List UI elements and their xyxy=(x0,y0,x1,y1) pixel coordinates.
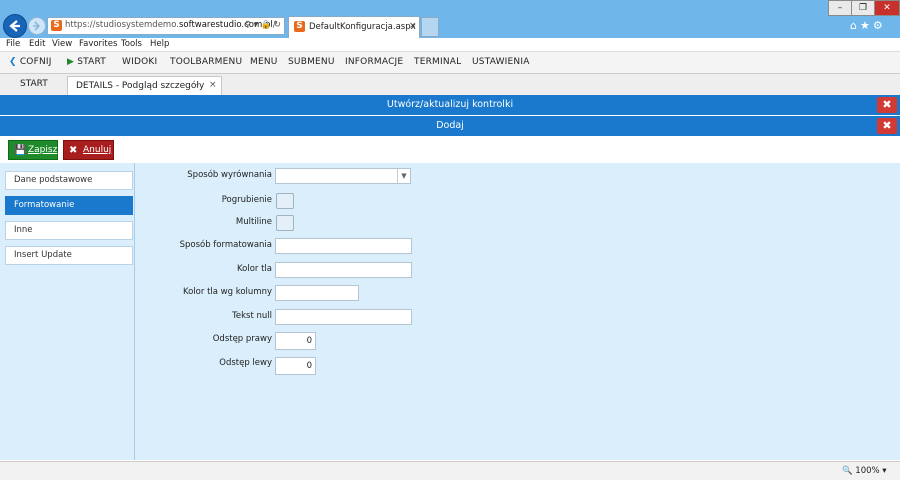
window-close-button[interactable]: ✕ xyxy=(874,0,900,16)
save-button[interactable]: 💾 Zapisz xyxy=(8,140,58,160)
label-bgcolor: Kolor tla xyxy=(236,264,272,274)
browser-tab-active[interactable]: S DefaultKonfiguracja.aspx × xyxy=(288,16,420,38)
label-multiline: Multiline xyxy=(235,217,272,227)
x-mark-icon: ✖ xyxy=(69,145,78,156)
toolbar-item-informacje[interactable]: INFORMACJE xyxy=(345,57,403,67)
dialog-header-primary: Utwórz/aktualizuj kontrolki ✖ xyxy=(0,95,900,115)
address-actions-icons[interactable]: ⚲ ▾ 🔒 ↻ xyxy=(245,20,281,30)
toolbar-item-widoki[interactable]: WIDOKI xyxy=(122,57,157,67)
site-favicon-icon: S xyxy=(51,20,62,31)
browser-back-button[interactable] xyxy=(3,14,27,38)
label-bgcolor-column: Kolor tla wg kolumny xyxy=(182,287,272,297)
browser-tab-title: DefaultKonfiguracja.aspx xyxy=(309,22,416,32)
menu-favorites[interactable]: Favorites xyxy=(79,39,117,49)
start-nav-button[interactable]: ▶ START xyxy=(67,57,106,67)
dialog-title: Utwórz/aktualizuj kontrolki xyxy=(386,99,514,110)
chevron-left-icon: ❮ xyxy=(9,57,17,67)
new-tab-button[interactable] xyxy=(421,17,439,37)
toolbar-item-menu[interactable]: MENU xyxy=(250,57,278,67)
back-nav-button[interactable]: ❮ COFNIJ xyxy=(9,57,52,67)
cancel-button[interactable]: ✖ Anuluj xyxy=(63,140,114,160)
label-bold: Pogrubienie xyxy=(221,195,272,205)
address-bar[interactable]: S https://studiosystemdemo.softwarestudi… xyxy=(47,17,285,35)
zoom-control[interactable]: 🔍 100% ▾ xyxy=(842,466,887,476)
app-toolbar: ❮ COFNIJ ▶ START WIDOKI TOOLBARMENU MENU… xyxy=(0,52,900,74)
right-spacing-input[interactable]: 0 xyxy=(275,332,316,350)
label-left-spacing: Odstęp lewy xyxy=(219,358,272,368)
home-favorites-settings-icons[interactable]: ⌂★⚙ xyxy=(850,19,886,32)
browser-forward-button[interactable] xyxy=(28,17,46,35)
label-format: Sposób formatowania xyxy=(179,240,272,250)
menu-help[interactable]: Help xyxy=(150,39,169,49)
save-button-label: Zapisz xyxy=(28,145,58,155)
menu-view[interactable]: View xyxy=(52,39,72,49)
close-subdialog-button[interactable]: ✖ xyxy=(877,118,897,134)
toolbar-item-ustawienia[interactable]: USTAWIENIA xyxy=(472,57,530,67)
menu-file[interactable]: File xyxy=(6,39,20,49)
play-icon: ▶ xyxy=(67,57,75,67)
chevron-down-icon: ▼ xyxy=(397,169,410,183)
back-arrow-icon xyxy=(9,20,20,32)
bgcolor-input[interactable] xyxy=(275,262,412,278)
tab-details-close-icon[interactable]: × xyxy=(209,80,217,90)
dialog-subtitle: Dodaj xyxy=(436,120,464,131)
tab-details-label: DETAILS - Podgląd szczegóły xyxy=(76,81,205,91)
menu-edit[interactable]: Edit xyxy=(29,39,45,49)
tab-start[interactable]: START xyxy=(20,79,48,89)
menu-tools[interactable]: Tools xyxy=(121,39,142,49)
floppy-disk-icon: 💾 xyxy=(14,145,27,156)
status-bar: 🔍 100% ▾ xyxy=(0,461,900,480)
cancel-button-label: Anuluj xyxy=(83,145,112,155)
multiline-checkbox[interactable] xyxy=(276,215,294,231)
label-null-text: Tekst null xyxy=(232,311,272,321)
forward-arrow-icon xyxy=(33,21,41,31)
toolbar-item-toolbarmenu[interactable]: TOOLBARMENU xyxy=(170,57,242,67)
left-spacing-input[interactable]: 0 xyxy=(275,357,316,375)
bold-checkbox[interactable] xyxy=(276,193,294,209)
dialog-header-secondary: Dodaj ✖ xyxy=(0,116,900,136)
toolbar-item-submenu[interactable]: SUBMENU xyxy=(288,57,335,67)
label-right-spacing: Odstęp prawy xyxy=(212,334,272,344)
bgcolor-column-input[interactable] xyxy=(275,285,359,301)
null-text-input[interactable] xyxy=(275,309,412,325)
tab-close-icon[interactable]: × xyxy=(409,21,417,31)
tab-details[interactable]: DETAILS - Podgląd szczegóły × xyxy=(67,76,222,95)
format-input[interactable] xyxy=(275,238,412,254)
close-dialog-button[interactable]: ✖ xyxy=(877,97,897,113)
window-maximize-button[interactable]: ❐ xyxy=(851,0,875,16)
window-minimize-button[interactable]: – xyxy=(828,0,852,16)
alignment-select[interactable]: ▼ xyxy=(275,168,411,184)
page-tabstrip: START DETAILS - Podgląd szczegóły × xyxy=(0,74,900,96)
label-alignment: Sposób wyrównania xyxy=(187,170,272,180)
browser-menubar: File Edit View Favorites Tools Help xyxy=(0,38,900,52)
action-bar: 💾 Zapisz ✖ Anuluj xyxy=(0,137,900,163)
toolbar-item-terminal[interactable]: TERMINAL xyxy=(414,57,461,67)
tab-favicon-icon: S xyxy=(294,21,305,32)
